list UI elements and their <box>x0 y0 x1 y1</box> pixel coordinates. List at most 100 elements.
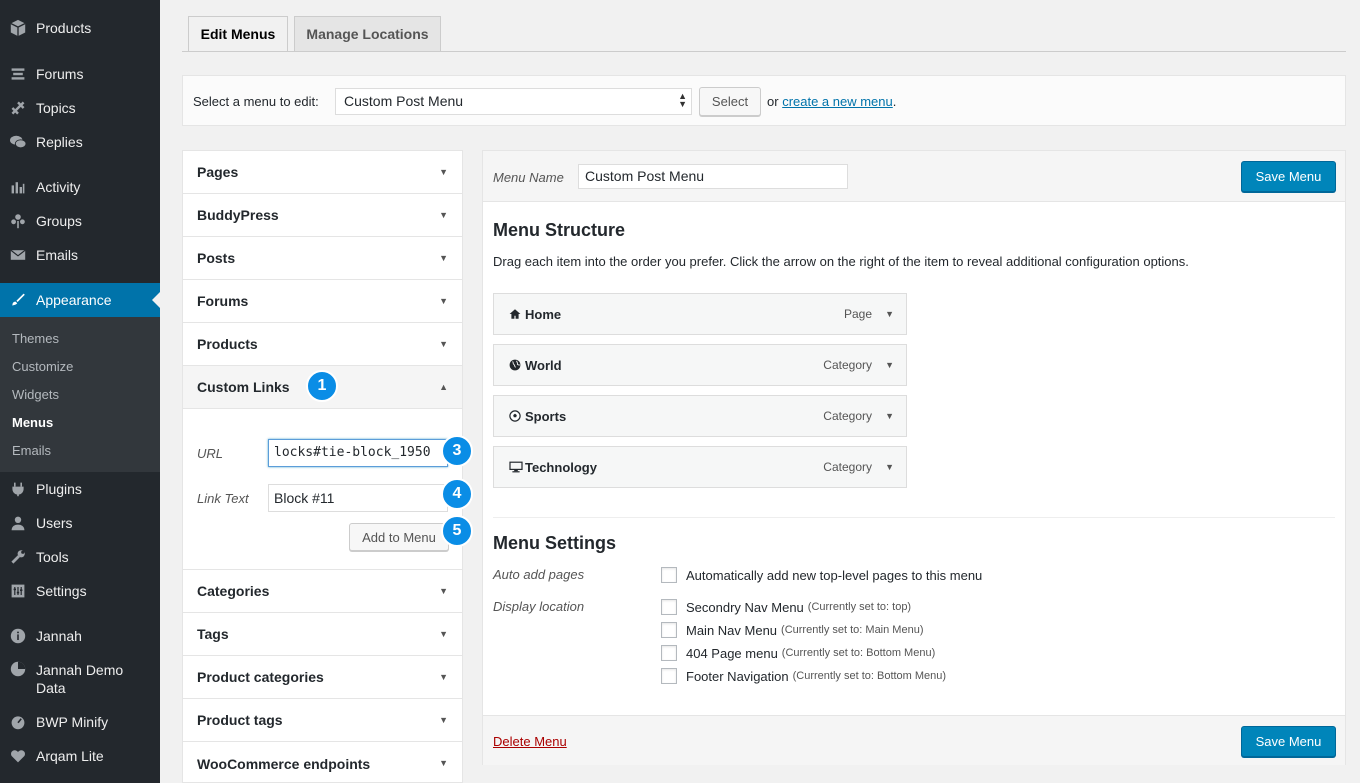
period-text: . <box>892 94 897 109</box>
caret-down-icon[interactable]: ▼ <box>885 360 894 370</box>
sidebar-item-appearance[interactable]: Appearance <box>0 283 160 317</box>
menu-item-technology[interactable]: Technology Category ▼ <box>493 446 907 488</box>
sidebar-item-products[interactable]: Products <box>0 11 160 45</box>
settings-divider <box>493 517 1335 518</box>
select-button[interactable]: Select <box>699 87 761 116</box>
menu-select-value: Custom Post Menu <box>344 93 464 109</box>
section-title: Pages <box>197 164 239 180</box>
submenu-themes[interactable]: Themes <box>12 331 59 346</box>
settings-icon <box>0 583 36 599</box>
sidebar-item-users[interactable]: Users <box>0 506 160 540</box>
menu-structure-description: Drag each item into the order you prefer… <box>493 254 1189 269</box>
tab-manage-locations[interactable]: Manage Locations <box>294 16 441 52</box>
menu-editor: Menu Name Custom Post Menu Save Menu Men… <box>482 150 1346 765</box>
add-to-menu-button[interactable]: Add to Menu <box>349 523 449 551</box>
add-menu-items-panel: Pages ▼ BuddyPress ▼ Posts ▼ Forums ▼ Produc… <box>182 150 463 783</box>
caret-down-icon[interactable]: ▼ <box>885 411 894 421</box>
caret-down-icon: ▼ <box>439 586 448 596</box>
submenu-menus[interactable]: Menus <box>12 415 53 430</box>
sidebar-item-bwp-minify[interactable]: BWP Minify <box>0 705 160 739</box>
menu-item-world[interactable]: World Category ▼ <box>493 344 907 386</box>
section-title: WooCommerce endpoints <box>197 755 371 772</box>
email-icon <box>0 248 36 262</box>
caret-down-icon[interactable]: ▼ <box>885 309 894 319</box>
menu-item-type: Category <box>823 460 872 474</box>
jannah-demo-label-1: Jannah Demo <box>36 662 124 678</box>
replies-icon <box>0 134 36 150</box>
caret-down-icon[interactable]: ▼ <box>885 462 894 472</box>
caret-down-icon: ▼ <box>439 672 448 682</box>
section-product-tags[interactable]: Product tags ▼ <box>183 699 462 742</box>
section-woocommerce-endpoints[interactable]: WooCommerce endpoints ▼ <box>183 742 462 783</box>
menu-select-dropdown[interactable]: Custom Post Menu ▲ ▼ <box>335 88 692 115</box>
location-checkbox[interactable] <box>661 599 677 615</box>
section-tags[interactable]: Tags ▼ <box>183 613 462 656</box>
sidebar-item-topics[interactable]: Topics <box>0 91 160 125</box>
section-title: Custom Links <box>197 379 290 395</box>
auto-add-row[interactable]: Automatically add new top-level pages to… <box>661 567 982 583</box>
wrench-icon <box>0 549 36 565</box>
section-title: Categories <box>197 583 270 599</box>
tab-divider <box>182 51 1346 52</box>
section-posts[interactable]: Posts ▼ <box>183 237 462 280</box>
sidebar-item-emails[interactable]: Emails <box>0 238 160 272</box>
location-checkbox[interactable] <box>661 668 677 684</box>
submenu-emails[interactable]: Emails <box>12 443 51 458</box>
link-text-input[interactable]: Block #11 <box>268 484 448 512</box>
section-forums[interactable]: Forums ▼ <box>183 280 462 323</box>
save-menu-button-top[interactable]: Save Menu <box>1241 161 1336 192</box>
sidebar-item-tools[interactable]: Tools <box>0 540 160 574</box>
menu-editor-header: Menu Name Custom Post Menu Save Menu <box>483 151 1345 202</box>
tab-edit-menus[interactable]: Edit Menus <box>188 16 288 52</box>
menu-item-sports[interactable]: Sports Category ▼ <box>493 395 907 437</box>
desktop-icon <box>509 461 523 476</box>
sidebar-item-jannah[interactable]: Jannah <box>0 619 160 653</box>
location-row-secondry-nav[interactable]: Secondry Nav Menu (Currently set to: top… <box>661 599 911 615</box>
sidebar-item-forums[interactable]: Forums <box>0 57 160 91</box>
location-row-footer[interactable]: Footer Navigation (Currently set to: Bot… <box>661 668 946 684</box>
sidebar-item-activity[interactable]: Activity <box>0 170 160 204</box>
section-title: Products <box>197 336 258 352</box>
section-product-categories[interactable]: Product categories ▼ <box>183 656 462 699</box>
caret-down-icon: ▼ <box>439 210 448 220</box>
location-row-main-nav[interactable]: Main Nav Menu (Currently set to: Main Me… <box>661 622 923 638</box>
create-new-menu-link[interactable]: create a new menu <box>782 94 893 109</box>
submenu-widgets[interactable]: Widgets <box>12 387 59 402</box>
menu-name-input[interactable]: Custom Post Menu <box>578 164 848 189</box>
section-title: Product categories <box>197 669 324 685</box>
sidebar-item-arqam-lite[interactable]: Arqam Lite <box>0 739 160 773</box>
topics-icon <box>0 100 36 116</box>
location-note: (Currently set to: top) <box>807 601 912 613</box>
auto-add-checkbox[interactable] <box>661 567 677 583</box>
sidebar-item-replies[interactable]: Replies <box>0 125 160 159</box>
sidebar-item-jannah-demo-data[interactable]: Jannah Demo Data <box>0 653 160 703</box>
step-badge-5: 5 <box>441 515 473 547</box>
location-note: (Currently set to: Main Menu) <box>781 624 924 636</box>
save-menu-button-bottom[interactable]: Save Menu <box>1241 726 1336 757</box>
location-checkbox[interactable] <box>661 622 677 638</box>
globe-icon <box>509 359 521 374</box>
sidebar-item-plugins[interactable]: Plugins <box>0 472 160 506</box>
auto-add-pages-label: Auto add pages <box>493 567 585 582</box>
section-buddypress[interactable]: BuddyPress ▼ <box>183 194 462 237</box>
section-pages[interactable]: Pages ▼ <box>183 151 462 194</box>
box-icon <box>0 19 36 37</box>
location-checkbox[interactable] <box>661 645 677 661</box>
location-row-404[interactable]: 404 Page menu (Currently set to: Bottom … <box>661 645 935 661</box>
forums-icon <box>0 66 36 82</box>
submenu-customize[interactable]: Customize <box>12 359 73 374</box>
heart-icon <box>0 748 36 764</box>
menu-item-home[interactable]: Home Page ▼ <box>493 293 907 335</box>
section-title: Tags <box>197 626 229 642</box>
section-title: Posts <box>197 250 236 266</box>
sidebar-item-groups[interactable]: Groups <box>0 204 160 238</box>
menu-select-bar: Select a menu to edit: Custom Post Menu … <box>182 75 1346 126</box>
section-title: Forums <box>197 293 249 309</box>
delete-menu-link[interactable]: Delete Menu <box>493 734 567 749</box>
sidebar-item-settings[interactable]: Settings <box>0 574 160 608</box>
pie-icon <box>0 661 36 677</box>
url-input[interactable]: locks#tie-block_1950 <box>268 439 448 467</box>
section-products[interactable]: Products ▼ <box>183 323 462 366</box>
caret-down-icon: ▼ <box>439 253 448 263</box>
section-categories[interactable]: Categories ▼ <box>183 570 462 613</box>
